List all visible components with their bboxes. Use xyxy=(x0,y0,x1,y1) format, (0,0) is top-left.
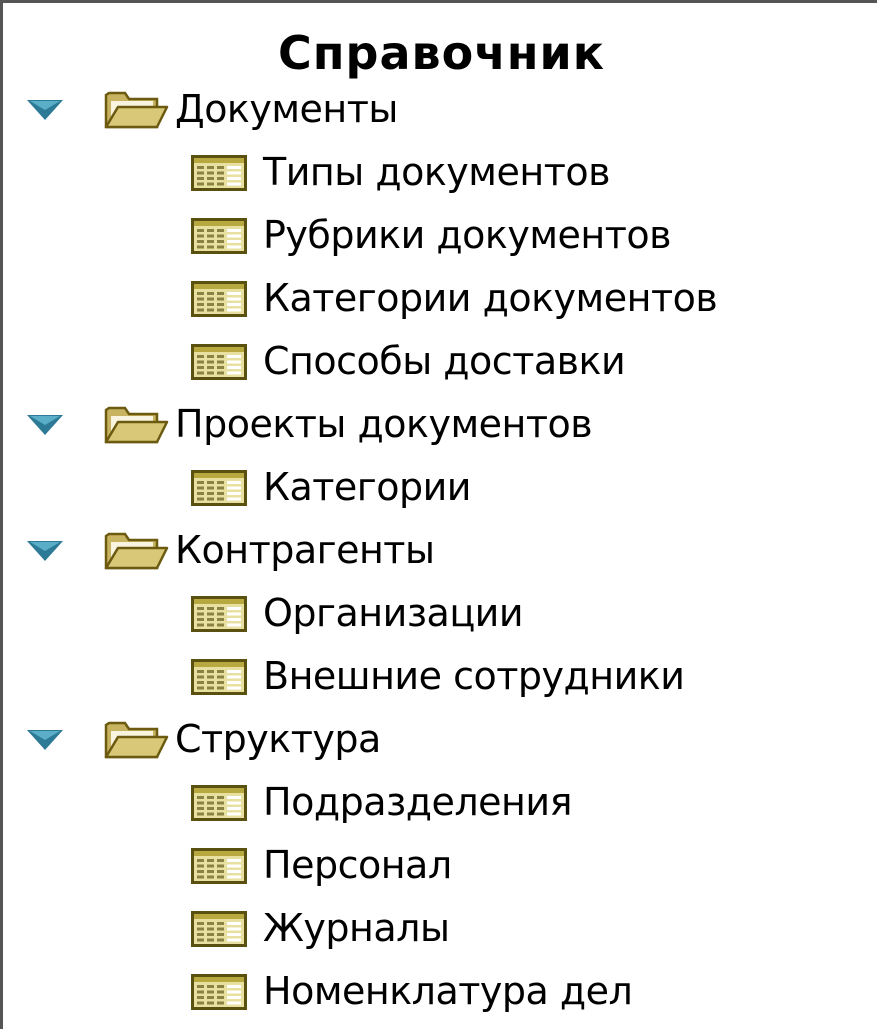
tree-item-row[interactable]: Журналы xyxy=(3,900,877,956)
expand-arrow-icon[interactable] xyxy=(26,414,64,436)
tree-group-label[interactable]: Проекты документов xyxy=(175,396,593,452)
tree-item-label[interactable]: Категории документов xyxy=(263,270,718,326)
reference-panel: Справочник Документы Типы документов Рубри… xyxy=(0,0,877,1029)
tree-item-label[interactable]: Типы документов xyxy=(263,144,610,200)
table-icon xyxy=(191,785,247,821)
tree-group-label[interactable]: Контрагенты xyxy=(175,522,435,578)
tree-item-label[interactable]: Номенклатура дел xyxy=(263,963,633,1019)
tree-group-row[interactable]: Контрагенты xyxy=(3,522,877,578)
table-icon xyxy=(191,218,247,254)
tree-item-label[interactable]: Подразделения xyxy=(263,774,572,830)
tree-item-label[interactable]: Внешние сотрудники xyxy=(263,648,685,704)
tree-item-label[interactable]: Журналы xyxy=(263,900,450,956)
panel-title: Справочник xyxy=(277,26,606,80)
tree-item-label[interactable]: Персонал xyxy=(263,837,452,893)
table-icon xyxy=(191,596,247,632)
tree-item-row[interactable]: Организации xyxy=(3,585,877,641)
tree-item-label[interactable]: Рубрики документов xyxy=(263,207,672,263)
tree-group-label[interactable]: Структура xyxy=(175,711,381,767)
tree-item-label[interactable]: Организации xyxy=(263,585,524,641)
tree-item-row[interactable]: Категории документов xyxy=(3,270,877,326)
tree-group-label[interactable]: Документы xyxy=(175,81,398,137)
table-icon xyxy=(191,155,247,191)
folder-open-icon xyxy=(104,406,169,444)
tree-item-row[interactable]: Рубрики документов xyxy=(3,207,877,263)
table-icon xyxy=(191,470,247,506)
tree-group-row[interactable]: Проекты документов xyxy=(3,396,877,452)
folder-open-icon xyxy=(104,532,169,570)
table-icon xyxy=(191,848,247,884)
tree-item-row[interactable]: Внешние сотрудники xyxy=(3,648,877,704)
table-icon xyxy=(191,344,247,380)
table-icon xyxy=(191,974,247,1010)
tree-group-row[interactable]: Документы xyxy=(3,81,877,137)
expand-arrow-icon[interactable] xyxy=(26,99,64,121)
tree-item-row[interactable]: Подразделения xyxy=(3,774,877,830)
tree-item-row[interactable]: Способы доставки xyxy=(3,333,877,389)
tree-item-row[interactable]: Категории xyxy=(3,459,877,515)
table-icon xyxy=(191,911,247,947)
tree-item-label[interactable]: Способы доставки xyxy=(263,333,626,389)
folder-open-icon xyxy=(104,91,169,129)
table-icon xyxy=(191,281,247,317)
tree-item-row[interactable]: Персонал xyxy=(3,837,877,893)
tree-item-row[interactable]: Номенклатура дел xyxy=(3,963,877,1019)
tree-item-row[interactable]: Типы документов xyxy=(3,144,877,200)
folder-open-icon xyxy=(104,721,169,759)
expand-arrow-icon[interactable] xyxy=(26,540,64,562)
tree-group-row[interactable]: Структура xyxy=(3,711,877,767)
expand-arrow-icon[interactable] xyxy=(26,729,64,751)
tree-item-label[interactable]: Категории xyxy=(263,459,472,515)
table-icon xyxy=(191,659,247,695)
